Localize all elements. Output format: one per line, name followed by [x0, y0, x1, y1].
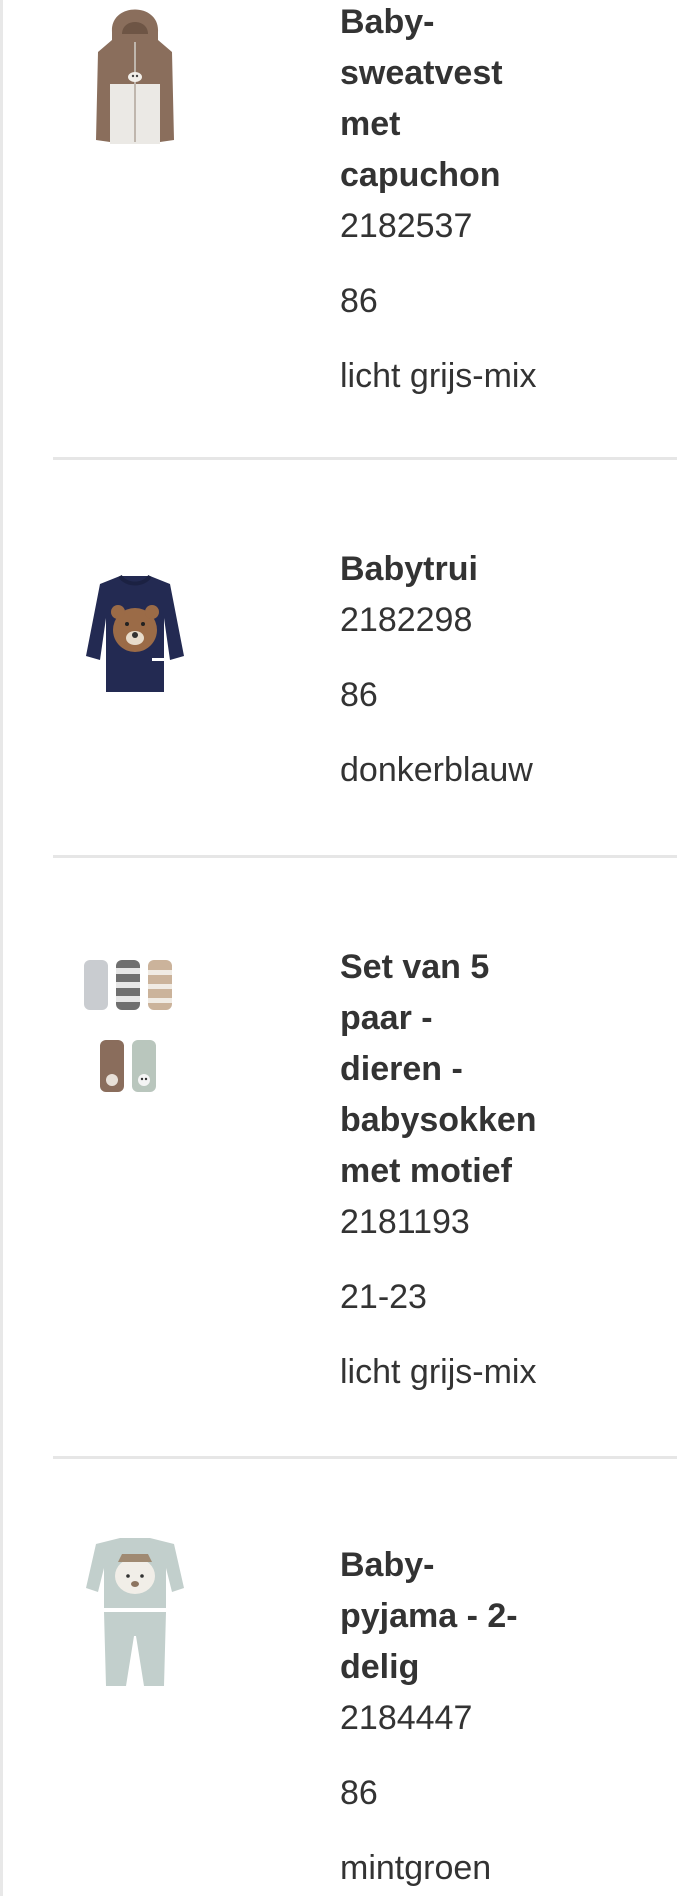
size-value: 86	[340, 282, 378, 320]
color-value: mintgroen	[340, 1849, 492, 1887]
hooded-sweat-jacket-icon[interactable]	[60, 0, 210, 152]
article-number: 2181193	[340, 1203, 470, 1241]
sweater-icon[interactable]	[60, 560, 210, 720]
pyjama-icon[interactable]	[60, 1532, 210, 1692]
article-number: 2182298	[340, 601, 473, 639]
size-value: 86	[340, 1774, 378, 1812]
item-info: Set van 5 paar - dieren - babysokken met…	[340, 942, 570, 1398]
color-value: licht grijs-mix	[340, 1353, 537, 1391]
size-value: 21-23	[340, 1278, 427, 1316]
item-info: Baby- pyjama - 2- delig 2184447 86 mintg…	[340, 1540, 570, 1894]
product-title[interactable]: Babytrui	[340, 544, 570, 595]
product-title[interactable]: Set van 5 paar - dieren - babysokken met…	[340, 942, 570, 1197]
article-number: 2184447	[340, 1699, 473, 1737]
socks-set-icon[interactable]	[68, 950, 218, 1110]
product-title[interactable]: Baby- sweatvest met capuchon	[340, 0, 570, 201]
article-number: 2182537	[340, 207, 473, 245]
product-title[interactable]: Baby- pyjama - 2- delig	[340, 1540, 570, 1693]
page-left-border	[0, 0, 3, 1896]
item-divider	[53, 457, 677, 460]
item-info: Baby- sweatvest met capuchon 2182537 86 …	[340, 0, 570, 402]
item-info: Babytrui 2182298 86 donkerblauw	[340, 544, 570, 796]
item-divider	[53, 1456, 677, 1459]
color-value: licht grijs-mix	[340, 357, 537, 395]
color-value: donkerblauw	[340, 751, 533, 789]
size-value: 86	[340, 676, 378, 714]
item-divider	[53, 855, 677, 858]
